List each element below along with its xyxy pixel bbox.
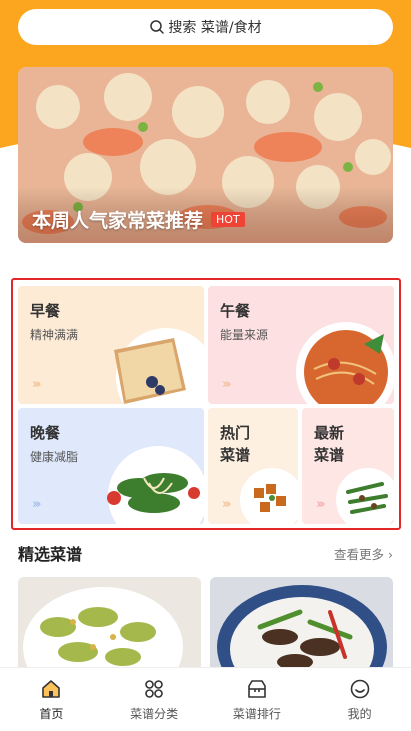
banner[interactable]: 本周人气家常菜推荐 HOT (18, 67, 393, 243)
meal-category-grid: 早餐 精神满满 ››› 午餐 能量来源 ››› 晚餐 健康减脂 ››› 热门 菜… (11, 278, 401, 530)
banner-title: 本周人气家常菜推荐 HOT (32, 206, 245, 233)
tab-profile[interactable]: 我的 (308, 668, 411, 731)
dinner-card[interactable]: 晚餐 健康减脂 ››› (18, 408, 204, 524)
salad-image (107, 446, 204, 524)
ranking-icon (248, 680, 266, 698)
dinner-title: 晚餐 (30, 424, 61, 442)
search-bar[interactable]: 搜索 菜谱/食材 (18, 9, 393, 45)
tab-ranking[interactable]: 菜谱排行 (206, 668, 309, 731)
featured-section-header: 精选菜谱 查看更多 › (18, 541, 393, 565)
vegetable-dish-image (336, 468, 394, 524)
tab-ranking-label: 菜谱排行 (232, 707, 281, 721)
tofu-dish-image (240, 468, 298, 524)
breakfast-title: 早餐 (30, 302, 61, 320)
tab-home-label: 首页 (39, 707, 64, 721)
toast-image (114, 328, 204, 404)
popular-recipes-title: 热门 菜谱 (220, 424, 251, 464)
double-chevron-icon: ››› (222, 497, 231, 512)
breakfast-subtitle: 精神满满 (30, 328, 79, 342)
double-chevron-icon: ››› (32, 497, 41, 512)
breakfast-card[interactable]: 早餐 精神满满 ››› (18, 286, 204, 404)
search-placeholder: 搜索 菜谱/食材 (168, 20, 262, 36)
double-chevron-icon: ››› (222, 377, 231, 392)
latest-recipes-title: 最新 菜谱 (314, 424, 345, 464)
tab-profile-label: 我的 (347, 707, 372, 721)
profile-icon (350, 679, 369, 699)
dinner-subtitle: 健康减脂 (30, 450, 79, 464)
popular-recipes-card[interactable]: 热门 菜谱 ››› (208, 408, 298, 524)
bottom-tab-bar: 首页 菜谱分类 菜谱排行 我的 (0, 667, 411, 731)
chevron-right-icon: › (388, 546, 393, 562)
featured-recipe-card[interactable] (210, 577, 393, 677)
home-icon (42, 680, 61, 698)
noodle-bowl-image (296, 322, 394, 404)
tab-home[interactable]: 首页 (0, 668, 103, 731)
home-page: 搜索 菜谱/食材 本周人气家常菜推荐 HOT 早餐 精神满满 ››› 午餐 能量… (0, 0, 411, 731)
featured-title: 精选菜谱 (18, 541, 82, 565)
see-more-link[interactable]: 查看更多 › (334, 544, 393, 563)
lunch-title: 午餐 (220, 302, 251, 320)
tab-categories[interactable]: 菜谱分类 (103, 668, 206, 731)
double-chevron-icon: ››› (316, 497, 325, 512)
cucumber-dish-image (18, 577, 201, 677)
featured-recipe-card[interactable] (18, 577, 201, 677)
tab-categories-label: 菜谱分类 (130, 707, 179, 721)
beef-pepper-dish-image (210, 577, 393, 677)
lunch-subtitle: 能量来源 (220, 328, 269, 342)
category-icon (145, 680, 163, 698)
latest-recipes-card[interactable]: 最新 菜谱 ››› (302, 408, 394, 524)
lunch-card[interactable]: 午餐 能量来源 ››› (208, 286, 394, 404)
hot-badge: HOT (211, 212, 245, 227)
search-icon (150, 20, 165, 34)
double-chevron-icon: ››› (32, 377, 41, 392)
